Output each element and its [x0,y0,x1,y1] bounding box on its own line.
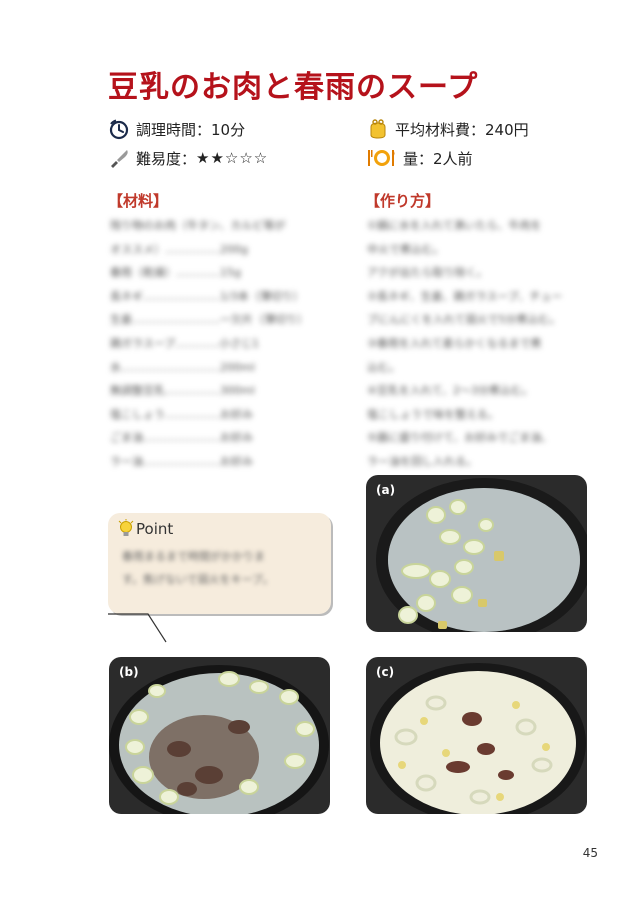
ingredient-line: 生姜……………………一欠片（薄切り） [110,313,308,327]
cooking-time-text: 調理時間：10分 [136,120,246,139]
step-line: ②長ネギ、生姜、鶏ガラスープ、チュー [367,289,563,303]
average-cost: 平均材料費：240円 [367,118,529,140]
point-title-text: Point [136,520,174,538]
photo-c: (c) [366,657,587,814]
photo-a: (a) [366,475,587,632]
ingredient-line: 春雨（乾燥）…………15g [110,266,241,280]
ingredient-line: 長ネギ…………………1/3本（薄切り） [110,289,304,303]
steps-heading: 【作り方】 [365,192,441,210]
step-line: ③春雨を入れて柔らかくなるまで煮 [367,336,542,350]
ingredient-line: 残り物のお肉（牛タン、カルビ等が [110,219,286,232]
page-title: 豆乳のお肉と春雨のスープ [108,70,479,105]
plate-cutlery-icon [367,147,397,169]
step-line: ①鍋に水を入れて沸いたら、牛肉を [367,219,542,232]
point-title: Point [118,519,173,539]
speech-tail [108,613,167,643]
step-line: 中火で煮込む。 [367,242,444,256]
ingredient-line: 鶏ガラスープ…………小さじ1 [110,336,260,350]
ingredient-line: オススメ）……………200g [110,242,248,256]
photo-a-label: (a) [376,483,396,497]
ingredient-line: ごま油…………………お好み [110,431,253,445]
ingredients-list: 残り物のお肉（牛タン、カルビ等が オススメ）……………200g 春雨（乾燥）…………… [110,214,308,474]
step-line: ⑤器に盛り付けて、お好みでごま油、 [367,431,553,445]
step-line: 塩こしょうで味を整える。 [367,407,499,421]
ingredient-line: 塩こしょう……………お好み [110,407,253,421]
knife-icon [108,147,130,169]
photo-b-label: (b) [119,665,139,679]
step-line: アクが出たら取り除く。 [367,266,488,280]
steps-list: ①鍋に水を入れて沸いたら、牛肉を 中火で煮込む。アクが出たら取り除く。 ②長ネギ、生… [367,214,562,474]
servings-text: 量：2人前 [403,149,473,168]
average-cost-text: 平均材料費：240円 [395,120,529,139]
point-text: 春雨まるまで時間がかかりま す。焦げないで弱火をキープ。 [122,545,322,591]
difficulty: 難易度： ★★☆☆☆ [108,147,268,169]
timer-icon [108,118,130,140]
step-line: ブにんにくを入れて弱火で5分煮込む。 [367,313,561,327]
step-line: ④豆乳を入れて、2〜3分煮込む。 [367,384,533,398]
step-line: 込む。 [367,360,400,374]
ingredient-line: 無調整豆乳……………300ml [110,384,255,398]
photo-b: (b) [109,657,330,814]
photo-c-label: (c) [376,665,395,679]
servings: 量：2人前 [367,147,473,169]
difficulty-label: 難易度： [136,149,197,168]
ingredient-line: 水………………………200ml [110,360,255,374]
purse-icon [367,118,389,140]
lightbulb-icon [118,519,134,539]
point-box: Point 春雨まるまで時間がかかりま す。焦げないで弱火をキープ。 [108,513,331,614]
step-line: ラー油を回し入れる。 [367,454,477,468]
difficulty-stars: ★★☆☆☆ [196,149,269,167]
ingredient-line: ラー油…………………お好み [110,454,253,468]
point-line: 春雨まるまで時間がかかりま [122,550,265,563]
page-number: 45 [582,846,598,860]
cooking-time: 調理時間：10分 [108,118,245,140]
point-line: す。焦げないで弱火をキープ。 [122,573,274,586]
ingredients-heading: 【材料】 [108,192,169,210]
